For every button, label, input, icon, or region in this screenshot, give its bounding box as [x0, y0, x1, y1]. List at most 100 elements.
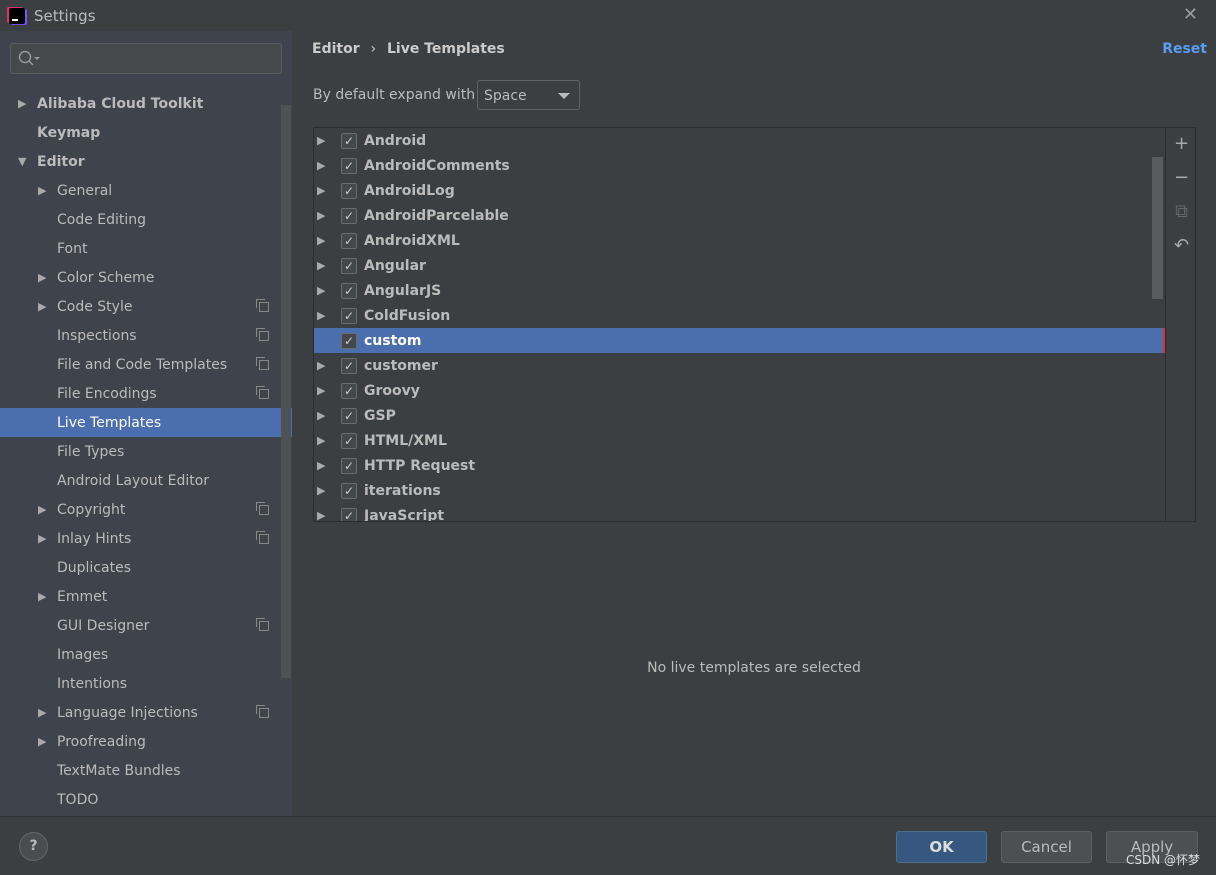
template-group-row[interactable]: ✓ custom — [314, 328, 1165, 353]
chevron-right-icon[interactable]: ▶ — [317, 159, 325, 172]
plus-icon[interactable]: + — [1166, 133, 1195, 154]
chevron-right-icon[interactable]: ▶ — [317, 234, 325, 247]
minus-icon[interactable]: − — [1166, 167, 1195, 188]
chevron-right-icon[interactable]: ▶ — [38, 300, 46, 313]
project-settings-icon — [256, 328, 269, 341]
chevron-right-icon[interactable]: ▶ — [317, 409, 325, 422]
template-group-row[interactable]: ▶ ✓ AndroidLog — [314, 178, 1165, 203]
cancel-button[interactable]: Cancel — [1001, 831, 1092, 863]
chevron-right-icon[interactable]: ▶ — [317, 509, 325, 521]
checkbox[interactable]: ✓ — [341, 482, 357, 499]
ok-button[interactable]: OK — [896, 831, 987, 863]
sidebar-item[interactable]: ▶ Color Scheme — [0, 263, 292, 292]
sidebar-item[interactable]: File Encodings — [0, 379, 292, 408]
checkbox[interactable]: ✓ — [341, 132, 357, 149]
template-group-row[interactable]: ▶ ✓ Groovy — [314, 378, 1165, 403]
template-group-row[interactable]: ▶ ✓ Angular — [314, 253, 1165, 278]
sidebar-item[interactable]: Duplicates — [0, 553, 292, 582]
sidebar-item[interactable]: TextMate Bundles — [0, 756, 292, 785]
template-group-row[interactable]: ▶ ✓ ColdFusion — [314, 303, 1165, 328]
sidebar-item-label: Inspections — [57, 327, 137, 344]
chevron-right-icon[interactable]: ▶ — [317, 134, 325, 147]
expand-with-select[interactable]: Space — [477, 80, 580, 110]
chevron-right-icon[interactable]: ▶ — [317, 184, 325, 197]
sidebar-item[interactable]: Keymap — [0, 118, 292, 147]
checkbox[interactable]: ✓ — [341, 507, 357, 521]
template-group-row[interactable]: ▶ ✓ AndroidXML — [314, 228, 1165, 253]
checkbox[interactable]: ✓ — [341, 382, 357, 399]
checkbox[interactable]: ✓ — [341, 282, 357, 299]
checkbox[interactable]: ✓ — [341, 182, 357, 199]
sidebar-item[interactable]: ▶ Proofreading — [0, 727, 292, 756]
chevron-right-icon[interactable]: ▶ — [317, 259, 325, 272]
checkbox[interactable]: ✓ — [341, 232, 357, 249]
template-group-row[interactable]: ▶ ✓ HTTP Request — [314, 453, 1165, 478]
sidebar-item[interactable]: Images — [0, 640, 292, 669]
chevron-right-icon[interactable]: ▶ — [38, 184, 46, 197]
sidebar-item[interactable]: ▶ Language Injections — [0, 698, 292, 727]
checkbox[interactable]: ✓ — [341, 357, 357, 374]
undo-icon[interactable]: ↶ — [1166, 235, 1195, 256]
template-group-row[interactable]: ▶ ✓ Android — [314, 128, 1165, 153]
search-icon — [18, 50, 40, 66]
sidebar-item[interactable]: GUI Designer — [0, 611, 292, 640]
template-group-row[interactable]: ▶ ✓ GSP — [314, 403, 1165, 428]
chevron-right-icon[interactable]: ▶ — [317, 359, 325, 372]
checkbox[interactable]: ✓ — [341, 432, 357, 449]
sidebar-item[interactable]: ▶ Alibaba Cloud Toolkit — [0, 89, 292, 118]
chevron-right-icon[interactable]: ▶ — [317, 459, 325, 472]
chevron-right-icon[interactable]: ▶ — [38, 706, 46, 719]
checkbox[interactable]: ✓ — [341, 207, 357, 224]
template-group-row[interactable]: ▶ ✓ AndroidParcelable — [314, 203, 1165, 228]
sidebar-item[interactable]: Intentions — [0, 669, 292, 698]
chevron-right-icon[interactable]: ▶ — [317, 434, 325, 447]
chevron-right-icon[interactable]: ▶ — [38, 271, 46, 284]
sidebar-item[interactable]: File Types — [0, 437, 292, 466]
breadcrumb-parent[interactable]: Editor — [312, 41, 360, 57]
template-group-row[interactable]: ▶ ✓ iterations — [314, 478, 1165, 503]
sidebar-item[interactable]: ▶ Copyright — [0, 495, 292, 524]
sidebar-item[interactable]: Android Layout Editor — [0, 466, 292, 495]
search-input[interactable] — [10, 43, 282, 74]
sidebar-item[interactable]: ▶ Emmet — [0, 582, 292, 611]
list-scrollbar[interactable] — [1152, 157, 1163, 299]
sidebar-item[interactable]: Live Templates — [0, 408, 292, 437]
close-icon[interactable]: ✕ — [1183, 4, 1198, 25]
sidebar-scrollbar[interactable] — [281, 105, 291, 678]
sidebar-item[interactable]: Code Editing — [0, 205, 292, 234]
template-group-row[interactable]: ▶ ✓ HTML/XML — [314, 428, 1165, 453]
chevron-right-icon[interactable]: ▶ — [38, 590, 46, 603]
checkbox[interactable]: ✓ — [341, 457, 357, 474]
checkbox[interactable]: ✓ — [341, 407, 357, 424]
chevron-right-icon[interactable]: ▶ — [38, 503, 46, 516]
reset-link[interactable]: Reset — [1162, 41, 1207, 57]
checkbox[interactable]: ✓ — [341, 257, 357, 274]
sidebar-item[interactable]: ▶ General — [0, 176, 292, 205]
chevron-right-icon[interactable]: ▶ — [18, 97, 26, 110]
sidebar-item[interactable]: TODO — [0, 785, 292, 814]
sidebar-item[interactable]: File and Code Templates — [0, 350, 292, 379]
checkbox[interactable]: ✓ — [341, 307, 357, 324]
chevron-right-icon[interactable]: ▶ — [317, 384, 325, 397]
template-group-row[interactable]: ▶ ✓ customer — [314, 353, 1165, 378]
chevron-right-icon[interactable]: ▶ — [317, 209, 325, 222]
sidebar-item[interactable]: ▶ Inlay Hints — [0, 524, 292, 553]
expand-with-value: Space — [484, 88, 527, 104]
checkbox[interactable]: ✓ — [341, 157, 357, 174]
template-group-row[interactable]: ▶ ✓ JavaScript — [314, 503, 1165, 521]
chevron-right-icon[interactable]: ▶ — [38, 532, 46, 545]
help-button[interactable]: ? — [19, 832, 48, 861]
sidebar-item[interactable]: ▶ Code Style — [0, 292, 292, 321]
chevron-right-icon[interactable]: ▶ — [38, 735, 46, 748]
template-group-row[interactable]: ▶ ✓ AndroidComments — [314, 153, 1165, 178]
sidebar-item[interactable]: Font — [0, 234, 292, 263]
sidebar-item[interactable]: ▼ Editor — [0, 147, 292, 176]
copy-icon[interactable]: ⧉ — [1166, 201, 1195, 222]
chevron-down-icon[interactable]: ▼ — [18, 155, 26, 168]
chevron-right-icon[interactable]: ▶ — [317, 484, 325, 497]
checkbox[interactable]: ✓ — [341, 332, 357, 349]
chevron-right-icon[interactable]: ▶ — [317, 284, 325, 297]
template-group-row[interactable]: ▶ ✓ AngularJS — [314, 278, 1165, 303]
chevron-right-icon[interactable]: ▶ — [317, 309, 325, 322]
sidebar-item[interactable]: Inspections — [0, 321, 292, 350]
